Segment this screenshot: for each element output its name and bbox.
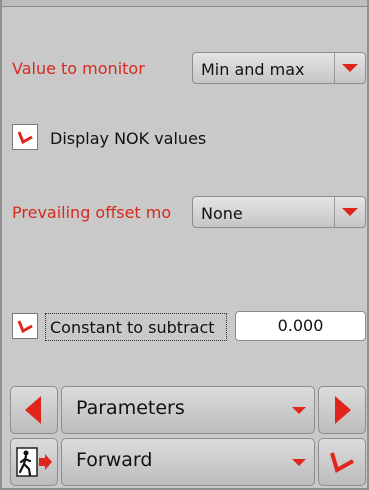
display-nok-checkbox[interactable]	[12, 124, 38, 150]
prevailing-offset-label: Prevailing offset mo	[12, 203, 172, 222]
chevron-down-icon	[292, 407, 306, 414]
checkmark-icon	[330, 452, 354, 473]
parameters-label: Parameters	[76, 397, 185, 419]
direction-label: Forward	[76, 449, 153, 471]
chevron-down-icon	[342, 208, 358, 216]
prevailing-offset-selected: None	[201, 204, 243, 223]
constant-to-subtract-label: Constant to subtract	[50, 318, 215, 337]
checkmark-icon	[17, 131, 33, 145]
constant-to-subtract-input[interactable]: 0.000	[235, 311, 366, 341]
exit-person-icon	[16, 447, 52, 477]
chevron-down-icon	[342, 64, 358, 72]
arrow-right-icon	[335, 396, 351, 424]
prevailing-offset-dropdown[interactable]: None	[192, 196, 366, 228]
checkmark-icon	[17, 320, 33, 334]
chevron-down-icon	[292, 459, 306, 466]
direction-dropdown[interactable]: Forward	[61, 438, 315, 486]
previous-button[interactable]	[10, 386, 58, 434]
value-to-monitor-selected: Min and max	[201, 60, 305, 79]
dropdown-arrow-button[interactable]	[334, 197, 365, 227]
window-top-border	[0, 0, 369, 7]
value-to-monitor-label: Value to monitor	[12, 59, 145, 78]
value-to-monitor-dropdown[interactable]: Min and max	[192, 52, 366, 84]
constant-to-subtract-checkbox[interactable]	[12, 313, 38, 339]
exit-button[interactable]	[10, 438, 58, 486]
arrow-left-icon	[25, 396, 41, 424]
display-nok-label: Display NOK values	[50, 129, 207, 148]
confirm-button[interactable]	[318, 438, 366, 486]
dropdown-arrow-button[interactable]	[334, 53, 365, 83]
next-button[interactable]	[318, 386, 366, 434]
window-frame-left	[0, 0, 2, 490]
parameters-dropdown[interactable]: Parameters	[61, 386, 315, 434]
